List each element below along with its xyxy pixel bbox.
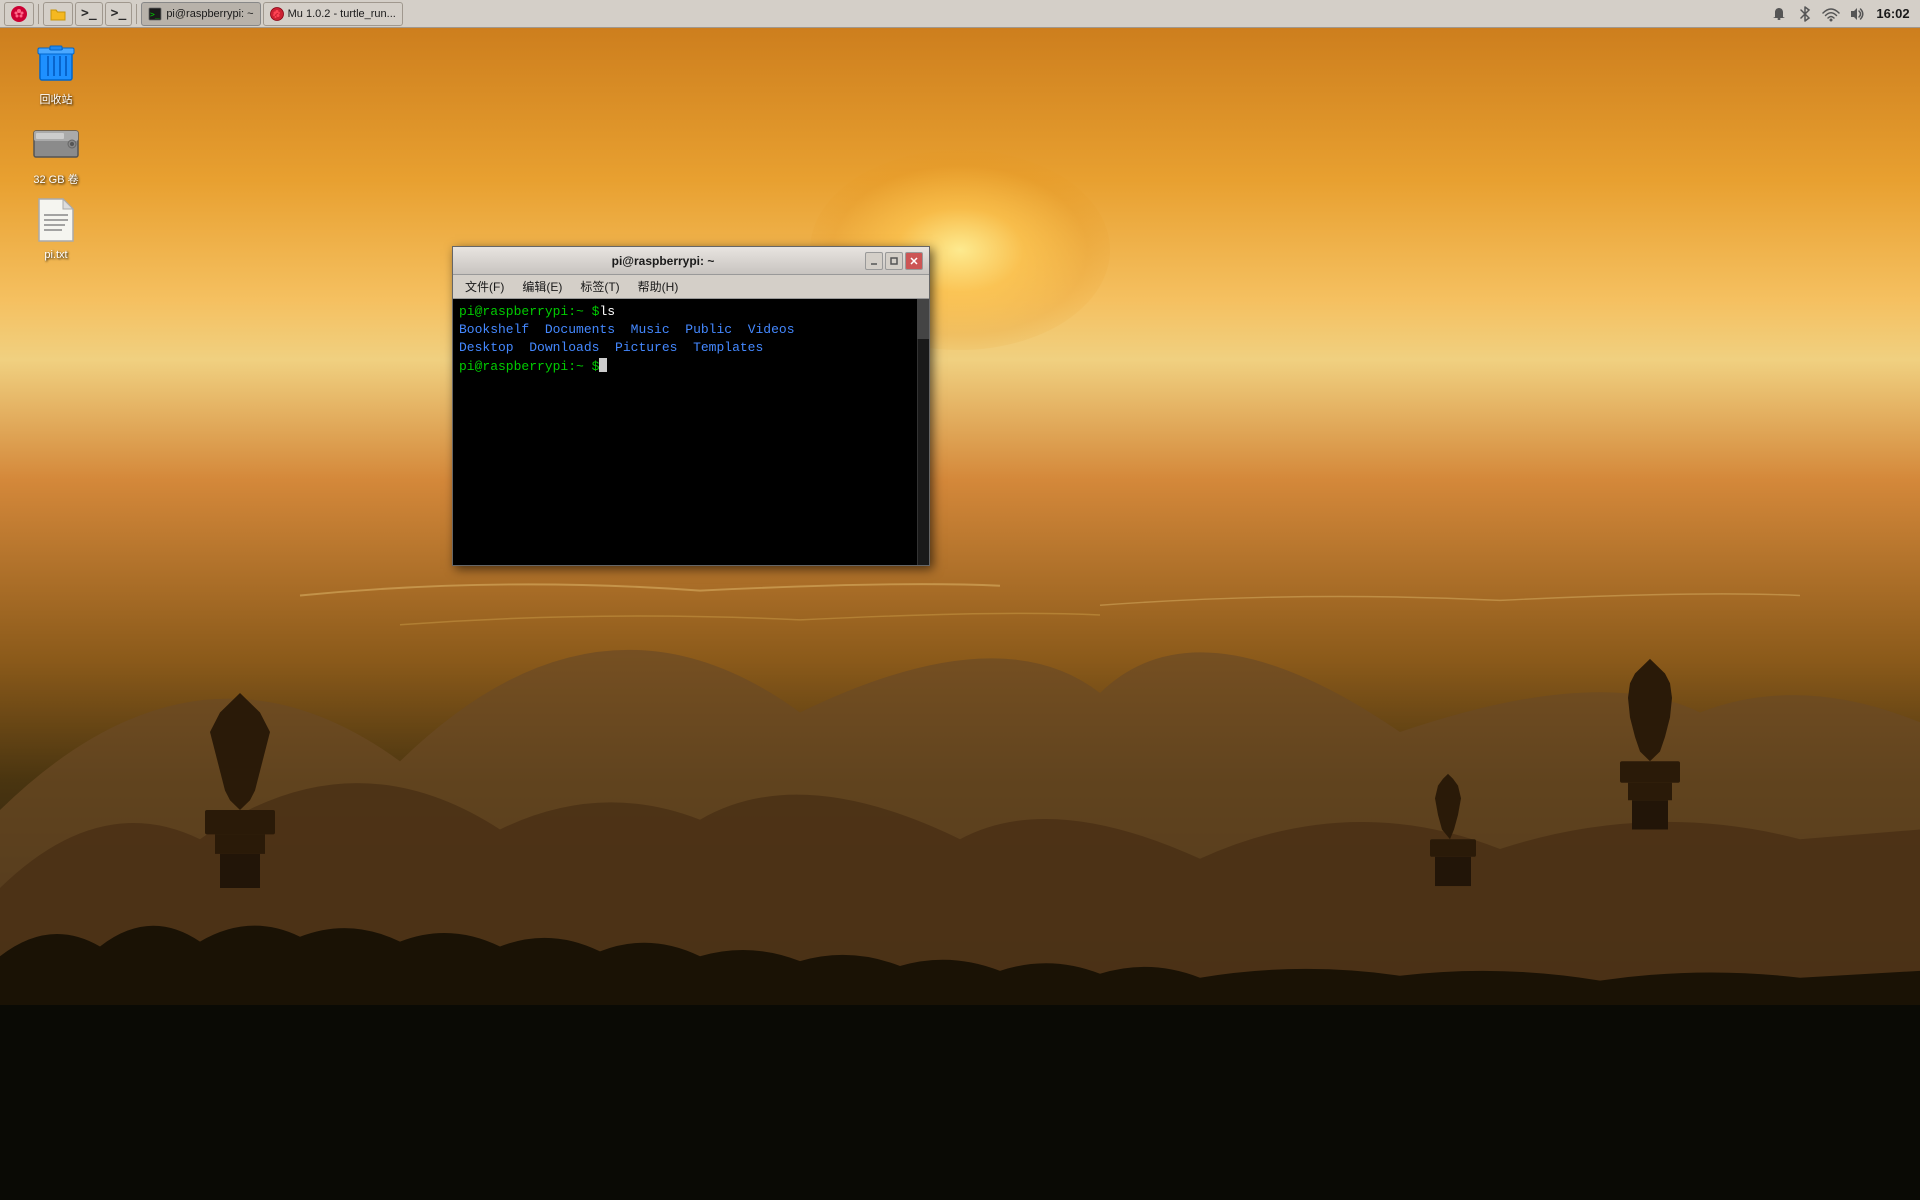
- minimize-button[interactable]: [865, 252, 883, 270]
- terminal-window: pi@raspberrypi: ~ 文件(F) 编辑(E) 标签(T) 帮助(H…: [452, 246, 930, 566]
- pitxt-label: pi.txt: [41, 248, 70, 262]
- terminal-shortcut2-button[interactable]: >_: [105, 2, 133, 26]
- terminal-menubar: 文件(F) 编辑(E) 标签(T) 帮助(H): [453, 275, 929, 299]
- taskbar-right: 16:02: [1770, 5, 1920, 23]
- menu-tab[interactable]: 标签(T): [572, 276, 627, 297]
- taskbar-left: >_ >_ >_ pi@raspberrypi: ~: [0, 2, 403, 26]
- volume-icon[interactable]: [1848, 5, 1866, 23]
- wifi-icon[interactable]: [1822, 5, 1840, 23]
- recycle-bin-icon: [32, 38, 80, 86]
- terminal-shortcut-button[interactable]: >_: [75, 2, 103, 26]
- terminal-content[interactable]: pi@raspberrypi:~ $ ls Bookshelf Document…: [453, 299, 929, 565]
- textfile-icon: [32, 196, 80, 244]
- mu-task-button[interactable]: Mu 1.0.2 - turtle_run...: [263, 2, 403, 26]
- terminal-task-label: pi@raspberrypi: ~: [166, 8, 253, 20]
- taskbar: >_ >_ >_ pi@raspberrypi: ~: [0, 0, 1920, 28]
- terminal-titlebar: pi@raspberrypi: ~: [453, 247, 929, 275]
- svg-text:>_: >_: [150, 10, 160, 19]
- dir-videos: Videos: [748, 321, 795, 339]
- dir-templates: Templates: [693, 339, 763, 357]
- bluetooth-icon[interactable]: [1796, 5, 1814, 23]
- file-manager-button[interactable]: [43, 2, 73, 26]
- dir-public: Public: [685, 321, 747, 339]
- taskbar-sep2: [136, 4, 137, 24]
- dir-documents: Documents: [545, 321, 631, 339]
- mu-task-label: Mu 1.0.2 - turtle_run...: [288, 8, 396, 20]
- taskbar-sep1: [38, 4, 39, 24]
- recycle-bin-label: 回收站: [37, 90, 76, 108]
- prompt-2: pi@raspberrypi:~ $: [459, 358, 599, 376]
- dir-bookshelf: Bookshelf: [459, 321, 545, 339]
- maximize-button[interactable]: [885, 252, 903, 270]
- desktop-icon-drive[interactable]: 32 GB 卷: [16, 118, 96, 188]
- dir-desktop: Desktop: [459, 339, 529, 357]
- terminal-line-2: Bookshelf Documents Music Public Videos: [459, 321, 923, 339]
- menu-file[interactable]: 文件(F): [457, 276, 512, 297]
- terminal-line-1: pi@raspberrypi:~ $ ls: [459, 303, 923, 321]
- desktop-icon-recycle-bin[interactable]: 回收站: [16, 38, 96, 108]
- dir-music: Music: [631, 321, 686, 339]
- cmd-1: ls: [599, 303, 615, 321]
- terminal-scrollbar[interactable]: [917, 299, 929, 565]
- terminal-line-4: pi@raspberrypi:~ $: [459, 358, 923, 376]
- terminal-title: pi@raspberrypi: ~: [463, 254, 863, 268]
- terminal-task-button[interactable]: >_ pi@raspberrypi: ~: [141, 2, 260, 26]
- dir-pictures: Pictures: [615, 339, 693, 357]
- raspberry-menu-button[interactable]: [4, 2, 34, 26]
- menu-edit[interactable]: 编辑(E): [514, 276, 570, 297]
- dir-downloads: Downloads: [529, 339, 615, 357]
- terminal-scroll-thumb[interactable]: [917, 299, 929, 339]
- drive-label: 32 GB 卷: [30, 170, 81, 188]
- drive-icon: [32, 118, 80, 166]
- prompt-1: pi@raspberrypi:~ $: [459, 303, 599, 321]
- menu-help[interactable]: 帮助(H): [630, 276, 687, 297]
- desktop-icon-pitxt[interactable]: pi.txt: [16, 196, 96, 262]
- taskbar-time: 16:02: [1874, 6, 1912, 21]
- terminal-line-3: Desktop Downloads Pictures Templates: [459, 339, 923, 357]
- notification-icon[interactable]: [1770, 5, 1788, 23]
- terminal-cursor: [599, 358, 607, 372]
- close-button[interactable]: [905, 252, 923, 270]
